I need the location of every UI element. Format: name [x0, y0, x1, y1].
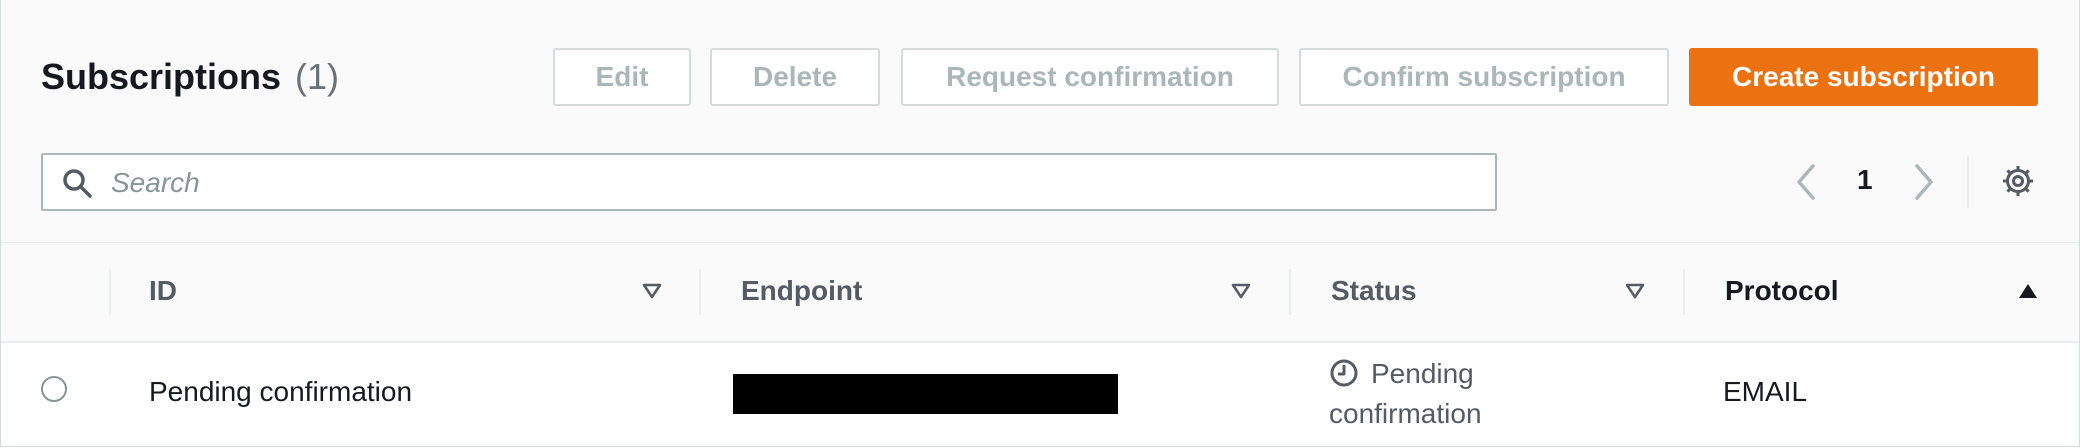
column-header-protocol[interactable]: Protocol	[1725, 275, 1839, 307]
toolbar-divider	[1967, 156, 1969, 208]
gear-icon[interactable]	[2001, 164, 2035, 198]
page-title: Subscriptions (1)	[41, 56, 339, 98]
column-header-id[interactable]: ID	[149, 275, 177, 307]
request-confirmation-button[interactable]: Request confirmation	[901, 48, 1279, 106]
subscriptions-panel: Subscriptions (1) Edit Delete Request co…	[0, 0, 2080, 447]
column-divider[interactable]	[1289, 269, 1291, 315]
search-icon	[63, 169, 92, 198]
table-header: ID Endpoint Status Protocol	[1, 243, 2079, 343]
column-header-status[interactable]: Status	[1331, 275, 1417, 307]
subscription-count: (1)	[295, 56, 340, 97]
delete-button[interactable]: Delete	[710, 48, 880, 106]
search-box[interactable]	[41, 153, 1497, 211]
cell-endpoint-redacted	[733, 374, 1118, 414]
create-subscription-button[interactable]: Create subscription	[1689, 48, 2038, 106]
row-select-radio[interactable]	[41, 376, 67, 402]
cell-id: Pending confirmation	[149, 376, 413, 407]
current-page-number[interactable]: 1	[1857, 164, 1873, 196]
confirm-subscription-button[interactable]: Confirm subscription	[1299, 48, 1669, 106]
column-divider[interactable]	[699, 269, 701, 315]
cell-status: Pending confirmation	[1329, 358, 1482, 429]
sort-ascending-icon[interactable]	[2017, 281, 2039, 301]
sort-triangle-icon[interactable]	[1624, 281, 1646, 301]
column-divider	[109, 269, 111, 315]
cell-protocol: EMAIL	[1723, 376, 1808, 407]
panel-header: Subscriptions (1) Edit Delete Request co…	[1, 0, 2079, 243]
edit-button[interactable]: Edit	[553, 48, 691, 106]
search-input[interactable]	[109, 155, 1483, 211]
sort-triangle-icon[interactable]	[641, 281, 663, 301]
title-text: Subscriptions	[41, 56, 282, 97]
chevron-left-icon[interactable]	[1791, 160, 1821, 204]
sort-triangle-icon[interactable]	[1230, 281, 1252, 301]
column-divider[interactable]	[1683, 269, 1685, 315]
chevron-right-icon[interactable]	[1909, 160, 1939, 204]
column-header-endpoint[interactable]: Endpoint	[741, 275, 862, 307]
